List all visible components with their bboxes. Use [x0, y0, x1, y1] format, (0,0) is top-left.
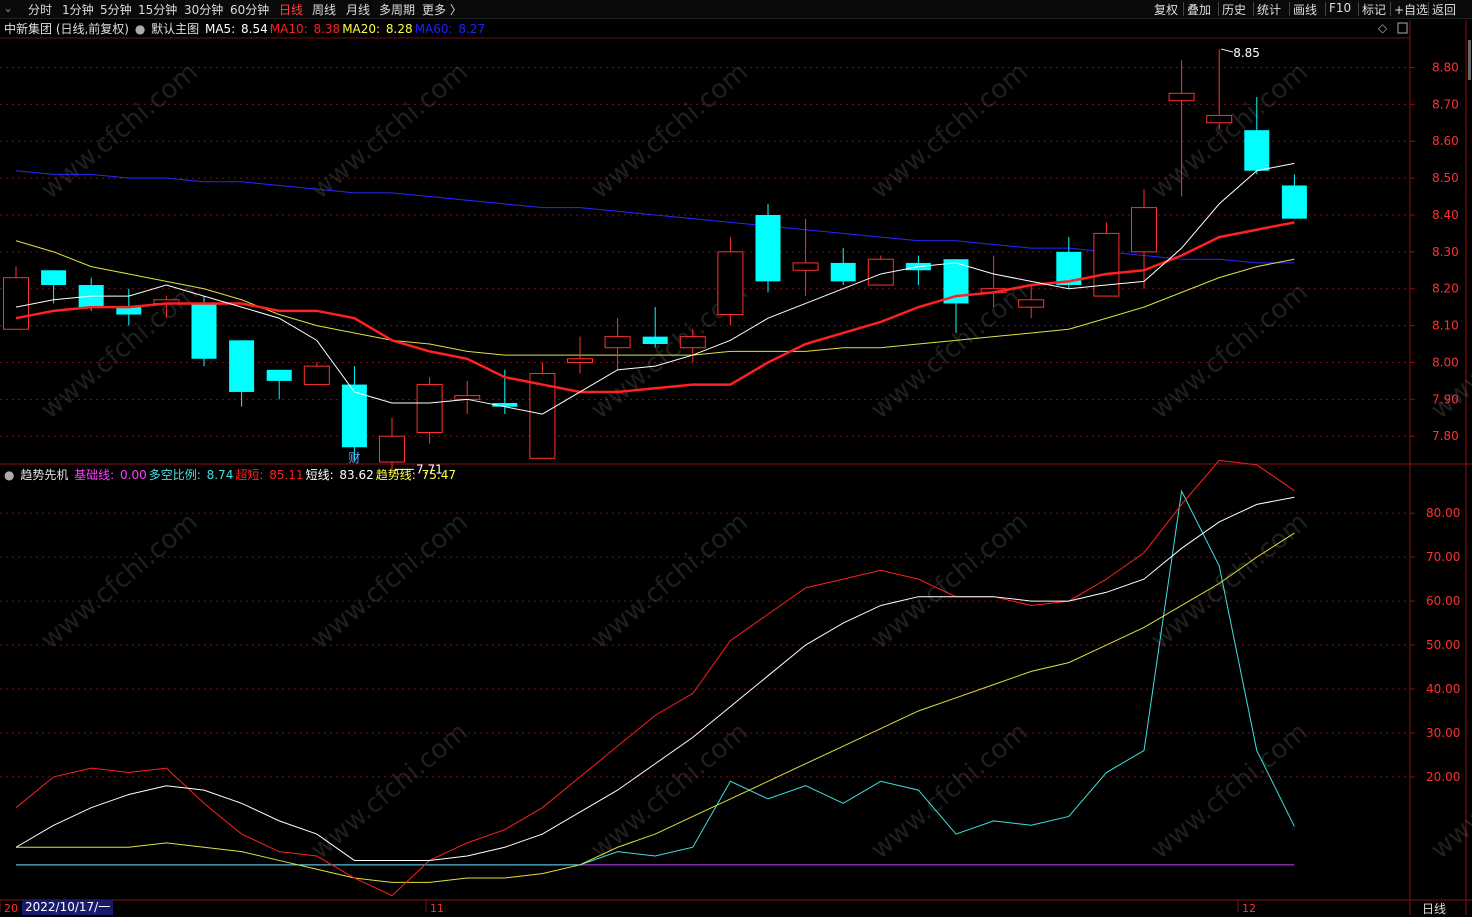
watermark-text: www.cfchi.com — [585, 57, 754, 205]
candle-body — [1168, 92, 1195, 102]
kline-chart[interactable]: 8.808.708.608.508.408.308.208.108.007.90… — [0, 0, 1472, 915]
watermark-text: www.cfchi.com — [1425, 277, 1472, 425]
high-price-label: 8.85 — [1233, 46, 1260, 60]
candle-body — [1093, 232, 1120, 297]
candle-body — [379, 435, 405, 463]
candle-body — [266, 369, 292, 381]
candle-body — [604, 336, 631, 349]
indicator-tick-label: 70.00 — [1426, 550, 1460, 564]
candle-body — [1281, 185, 1307, 219]
candle-body — [341, 384, 367, 448]
candle-body — [303, 365, 330, 386]
price-tick-label: 8.60 — [1432, 134, 1459, 148]
period-tab[interactable]: 日线 — [1422, 900, 1446, 917]
x-tick-label: 11 — [430, 902, 444, 915]
watermark-text: www.cfchi.com — [1145, 717, 1314, 865]
candle-body — [1131, 207, 1157, 253]
candle-body — [717, 251, 744, 316]
price-tick-label: 7.80 — [1432, 429, 1459, 443]
candle-body — [1018, 299, 1045, 308]
watermark-text: www.cfchi.com — [35, 57, 204, 205]
candle-body — [191, 303, 217, 359]
price-tick-label: 8.10 — [1432, 319, 1459, 333]
candle-body — [3, 277, 29, 330]
watermark-text: www.cfchi.com — [305, 57, 474, 205]
candle-body — [41, 270, 67, 286]
x-tick-label: 12 — [1242, 902, 1256, 915]
crosshair-date-label: 2022/10/17/一 — [22, 900, 114, 915]
candle-body — [229, 340, 255, 392]
indicator-tick-label: 80.00 — [1426, 506, 1460, 520]
price-tick-label: 8.70 — [1432, 97, 1459, 111]
price-tick-label: 8.50 — [1432, 171, 1459, 185]
indicator-tick-label: 30.00 — [1426, 726, 1460, 740]
candle-body — [454, 395, 481, 400]
price-tick-label: 8.30 — [1432, 245, 1459, 259]
indicator-tick-label: 40.00 — [1426, 682, 1460, 696]
watermark-text: www.cfchi.com — [1145, 57, 1314, 205]
candle-body — [830, 262, 856, 282]
indicator-tick-label: 20.00 — [1426, 770, 1460, 784]
price-tick-label: 8.40 — [1432, 208, 1459, 222]
watermark-text: www.cfchi.com — [1145, 507, 1314, 655]
x-tick-label: 20 — [4, 902, 18, 915]
candle-body — [642, 336, 668, 345]
watermark-text: www.cfchi.com — [35, 507, 204, 655]
high-arrow — [1221, 48, 1234, 53]
candle-body — [567, 358, 593, 363]
watermark-text: www.cfchi.com — [1145, 277, 1314, 425]
watermark-text: www.cfchi.com — [585, 717, 754, 865]
candle-body — [1206, 114, 1233, 124]
financial-event-marker: 财 — [348, 451, 360, 465]
candle-body — [1244, 130, 1270, 171]
watermark-text: www.cfchi.com — [585, 507, 754, 655]
watermark-text: www.cfchi.com — [865, 57, 1034, 205]
watermark-text: www.cfchi.com — [305, 507, 474, 655]
ind-ultra-line — [15, 459, 1295, 897]
candle-body — [755, 214, 781, 282]
price-tick-label: 8.00 — [1432, 355, 1459, 369]
price-tick-label: 8.20 — [1432, 282, 1459, 296]
indicator-tick-label: 50.00 — [1426, 638, 1460, 652]
diamond-icon: ◇ — [1378, 21, 1388, 35]
scrollbar-thumb — [1468, 40, 1471, 80]
indicator-tick-label: 60.00 — [1426, 594, 1460, 608]
watermark-text: www.cfchi.com — [865, 717, 1034, 865]
window-icon — [1397, 22, 1408, 34]
candle-body — [416, 384, 443, 434]
candle-body — [679, 336, 706, 349]
price-tick-label: 8.80 — [1432, 60, 1459, 74]
low-price-label: 7.71 — [416, 462, 443, 476]
candle-body — [792, 262, 819, 271]
watermark-text: www.cfchi.com — [865, 507, 1034, 655]
